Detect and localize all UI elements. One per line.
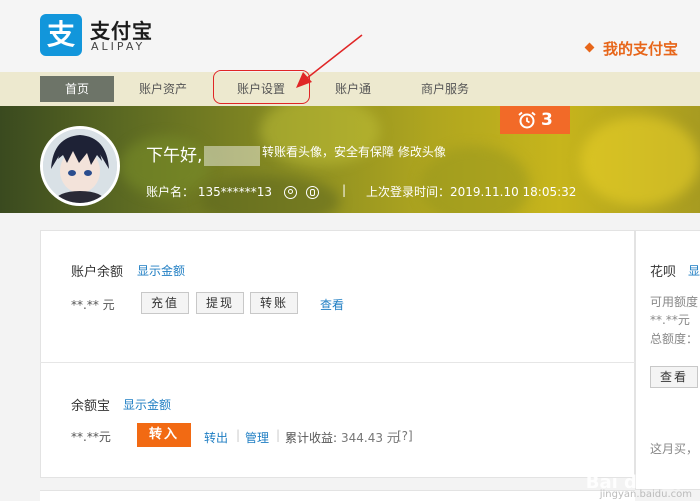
user-avatar[interactable] <box>40 126 120 206</box>
assets-card <box>40 230 635 478</box>
diamond-icon <box>584 42 595 53</box>
last-login-value: 2019.11.10 18:05:32 <box>450 185 577 199</box>
baidu-jingyan-url: jingyan.baidu.com <box>599 489 692 500</box>
my-alipay-label: 我的支付宝 <box>602 40 678 58</box>
huabei-title: 花呗 <box>650 265 677 280</box>
nav-item-account-pass[interactable]: 账户通 <box>316 76 390 102</box>
yuebao-amount: **.**元 <box>71 430 111 444</box>
balance-amount: **.** 元 <box>71 298 115 312</box>
account-name-value: 135******13 <box>197 185 273 199</box>
huabei-available-label: 可用额度 <box>650 295 699 309</box>
logo-english-text: ALIPAY <box>91 40 146 53</box>
alarm-clock-icon <box>518 111 536 129</box>
earnings-help-link[interactable]: [?] <box>397 429 413 443</box>
earnings-label: 累计收益: <box>285 431 338 445</box>
earnings-value: 344.43 元 <box>341 431 399 445</box>
reminder-count: 3 <box>541 110 553 130</box>
nav-item-merchant-services[interactable]: 商户服务 <box>408 76 482 102</box>
balance-show-amount-link[interactable]: 显示金额 <box>137 262 185 279</box>
banner-separator: | <box>342 183 347 197</box>
greeting-text: 下午好, <box>146 146 203 166</box>
annotation-highlight-box <box>213 70 310 104</box>
greeting: 下午好, <box>146 141 261 166</box>
balance-view-link[interactable]: 查看 <box>320 296 344 313</box>
transfer-out-link[interactable]: 转出 <box>204 429 228 446</box>
transfer-in-button[interactable]: 转入 <box>137 423 191 447</box>
huabei-available-value: **.**元 <box>650 313 690 327</box>
huabei-monthly-text: 这月买， <box>650 442 699 456</box>
last-login-label: 上次登录时间： <box>366 185 451 199</box>
avatar-image <box>43 129 117 203</box>
balance-title: 账户余额 <box>71 265 124 280</box>
next-card-edge <box>40 490 635 501</box>
card-divider <box>40 362 635 363</box>
logo-glyph: 支 <box>46 18 75 51</box>
withdraw-button[interactable]: 提现 <box>196 292 244 314</box>
nav-item-home[interactable]: 首页 <box>40 76 114 102</box>
person-verified-icon[interactable] <box>283 186 297 199</box>
last-login-row: 上次登录时间：2019.11.10 18:05:32 <box>366 183 576 200</box>
top-header: 支 支付宝 ALIPAY 我的支付宝 <box>0 0 700 72</box>
huabei-total-label: 总额度： <box>650 332 699 346</box>
transfer-button[interactable]: 转账 <box>250 292 298 314</box>
nav-item-assets[interactable]: 账户资产 <box>126 76 200 102</box>
reminder-badge[interactable]: 3 <box>500 106 570 134</box>
huabei-show-amount-link[interactable]: 显 <box>688 262 700 279</box>
main-nav: 首页 账户资产 账户设置 账户通 商户服务 <box>0 72 700 106</box>
yuebao-show-amount-link[interactable]: 显示金额 <box>123 396 171 413</box>
my-alipay-link[interactable]: 我的支付宝 <box>584 38 678 59</box>
yuebao-divider-2: | <box>276 428 281 442</box>
yuebao-divider-1: | <box>236 428 241 442</box>
account-name-label: 账户名： <box>146 185 195 199</box>
phone-bound-icon[interactable] <box>305 186 319 199</box>
huabei-view-button[interactable]: 查看 <box>650 366 698 388</box>
account-name-row: 账户名： 135******13 <box>146 183 319 200</box>
manage-link[interactable]: 管理 <box>245 429 269 446</box>
alipay-logo-icon[interactable]: 支 <box>40 14 82 56</box>
yuebao-title: 余额宝 <box>71 399 111 414</box>
recharge-button[interactable]: 充值 <box>141 292 189 314</box>
username-blurred <box>204 146 261 166</box>
avatar-security-links[interactable]: 转账看头像，安全有保障 修改头像 <box>262 143 446 160</box>
